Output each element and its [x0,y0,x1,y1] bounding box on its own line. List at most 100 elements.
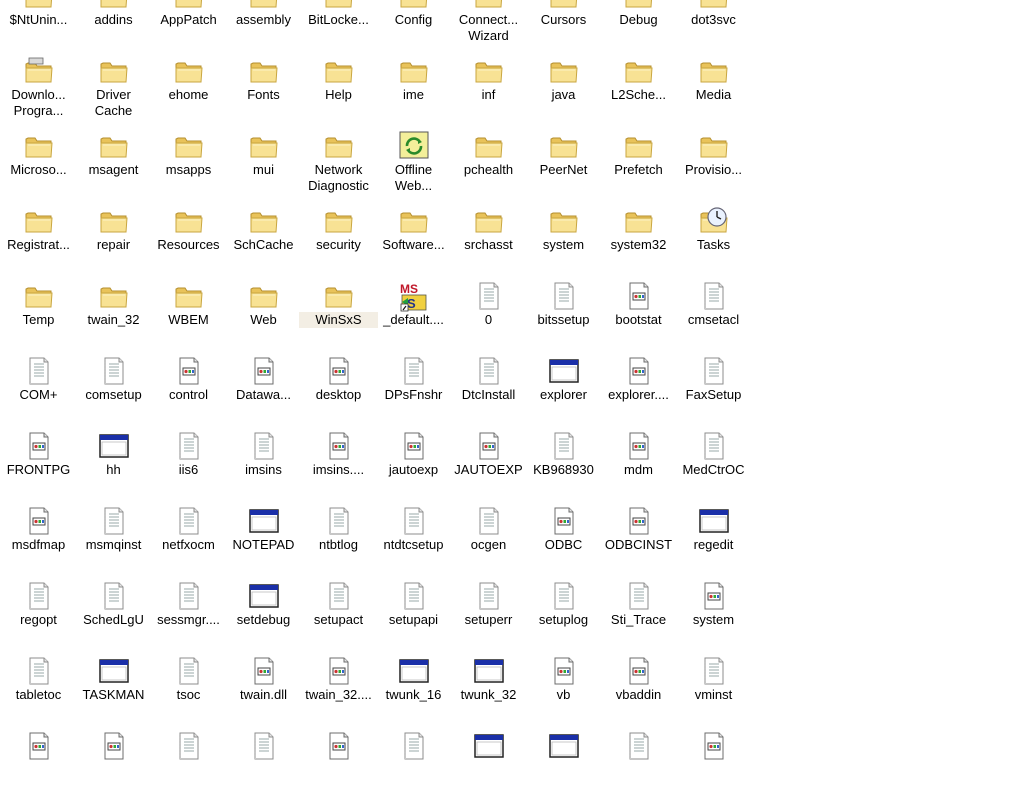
file-item[interactable]: vb [526,655,601,730]
file-item[interactable]: Tasks [676,205,751,280]
file-item[interactable]: control [151,355,226,430]
file-item[interactable]: Sti_Trace [601,580,676,655]
file-item[interactable]: pchealth [451,130,526,205]
file-item[interactable]: Driver Cache [76,55,151,130]
file-item[interactable]: regopt [1,580,76,655]
file-item[interactable]: netfxocm [151,505,226,580]
file-item[interactable]: DPsFnshr [376,355,451,430]
file-item[interactable]: Help [301,55,376,130]
file-item[interactable]: WBEM [151,280,226,355]
file-item[interactable]: msapps [151,130,226,205]
file-item[interactable]: bitssetup [526,280,601,355]
file-item[interactable]: iis6 [151,430,226,505]
file-item[interactable]: Debug [601,0,676,55]
file-item[interactable]: addins [76,0,151,55]
file-item[interactable]: twain_32.... [301,655,376,730]
file-item[interactable]: ime [376,55,451,130]
file-item[interactable]: sessmgr.... [151,580,226,655]
file-item[interactable]: desktop [301,355,376,430]
file-item[interactable]: java [526,55,601,130]
file-item[interactable]: COM+ [1,355,76,430]
file-item[interactable]: Provisio... [676,130,751,205]
file-item[interactable]: cmsetacl [676,280,751,355]
file-item[interactable]: Cursors [526,0,601,55]
file-item[interactable]: Web [226,280,301,355]
file-item[interactable]: FaxSetup [676,355,751,430]
file-item[interactable]: Registrat... [1,205,76,280]
file-item[interactable]: setuperr [451,580,526,655]
file-item[interactable]: vminst [676,655,751,730]
file-item[interactable]: 0 [451,280,526,355]
file-item[interactable]: system [676,580,751,655]
file-item[interactable]: assembly [226,0,301,55]
file-item[interactable]: KB968930 [526,430,601,505]
file-item[interactable]: system [526,205,601,280]
file-item[interactable]: explorer.... [601,355,676,430]
file-item[interactable]: ehome [151,55,226,130]
file-item[interactable]: WinSxS [299,280,378,355]
file-item[interactable]: security [301,205,376,280]
file-item[interactable]: L2Sche... [601,55,676,130]
file-item[interactable]: dot3svc [676,0,751,55]
file-item[interactable]: MS S _default.... [376,280,451,355]
file-item[interactable]: ODBC [526,505,601,580]
file-item[interactable]: jautoexp [376,430,451,505]
file-item[interactable]: AppPatch [151,0,226,55]
file-item[interactable]: ocgen [451,505,526,580]
file-item[interactable]: Fonts [226,55,301,130]
file-item[interactable]: Downlo... Progra... [1,55,76,130]
file-item[interactable]: twain.dll [226,655,301,730]
file-item[interactable]: NOTEPAD [226,505,301,580]
file-item[interactable]: twunk_16 [376,655,451,730]
file-item[interactable]: ODBCINST [601,505,676,580]
file-item[interactable]: FRONTPG [1,430,76,505]
file-item[interactable]: msmqinst [76,505,151,580]
file-item[interactable]: regedit [676,505,751,580]
file-item[interactable]: twunk_32 [451,655,526,730]
file-item[interactable]: Microso... [1,130,76,205]
file-item[interactable]: DtcInstall [451,355,526,430]
file-item[interactable]: imsins.... [301,430,376,505]
file-item[interactable]: $NtUnin... [1,0,76,55]
file-item[interactable]: bootstat [601,280,676,355]
file-item[interactable]: SchCache [226,205,301,280]
file-item[interactable]: hh [76,430,151,505]
file-item[interactable]: Connect... Wizard [451,0,526,55]
file-item[interactable]: Config [376,0,451,55]
file-item[interactable]: vbaddin [601,655,676,730]
file-item[interactable]: imsins [226,430,301,505]
file-item[interactable]: Media [676,55,751,130]
file-item[interactable]: Resources [151,205,226,280]
file-item[interactable]: Prefetch [601,130,676,205]
file-item[interactable]: repair [76,205,151,280]
file-item[interactable]: MedCtrOC [676,430,751,505]
file-item[interactable]: comsetup [76,355,151,430]
file-item[interactable]: Temp [1,280,76,355]
file-item[interactable]: setupact [301,580,376,655]
file-item[interactable]: srchasst [451,205,526,280]
file-item[interactable]: mui [226,130,301,205]
file-item[interactable]: ntdtcsetup [376,505,451,580]
file-item[interactable]: setuplog [526,580,601,655]
file-item[interactable]: Datawa... [226,355,301,430]
file-item[interactable]: inf [451,55,526,130]
file-item[interactable]: SchedLgU [76,580,151,655]
file-item[interactable]: setdebug [226,580,301,655]
file-item[interactable]: JAUTOEXP [451,430,526,505]
file-item[interactable]: PeerNet [526,130,601,205]
file-item[interactable]: tabletoc [1,655,76,730]
file-item[interactable]: twain_32 [76,280,151,355]
file-item[interactable]: BitLocke... [301,0,376,55]
file-item[interactable]: msagent [76,130,151,205]
file-item[interactable]: Network Diagnostic [301,130,376,205]
file-item[interactable]: system32 [601,205,676,280]
file-item[interactable]: Software... [376,205,451,280]
file-item[interactable]: setupapi [376,580,451,655]
file-item[interactable]: Offline Web... [376,130,451,205]
file-item[interactable]: TASKMAN [76,655,151,730]
file-item[interactable]: tsoc [151,655,226,730]
file-item[interactable]: mdm [601,430,676,505]
file-item[interactable]: ntbtlog [301,505,376,580]
file-item[interactable]: explorer [526,355,601,430]
file-item[interactable]: msdfmap [1,505,76,580]
